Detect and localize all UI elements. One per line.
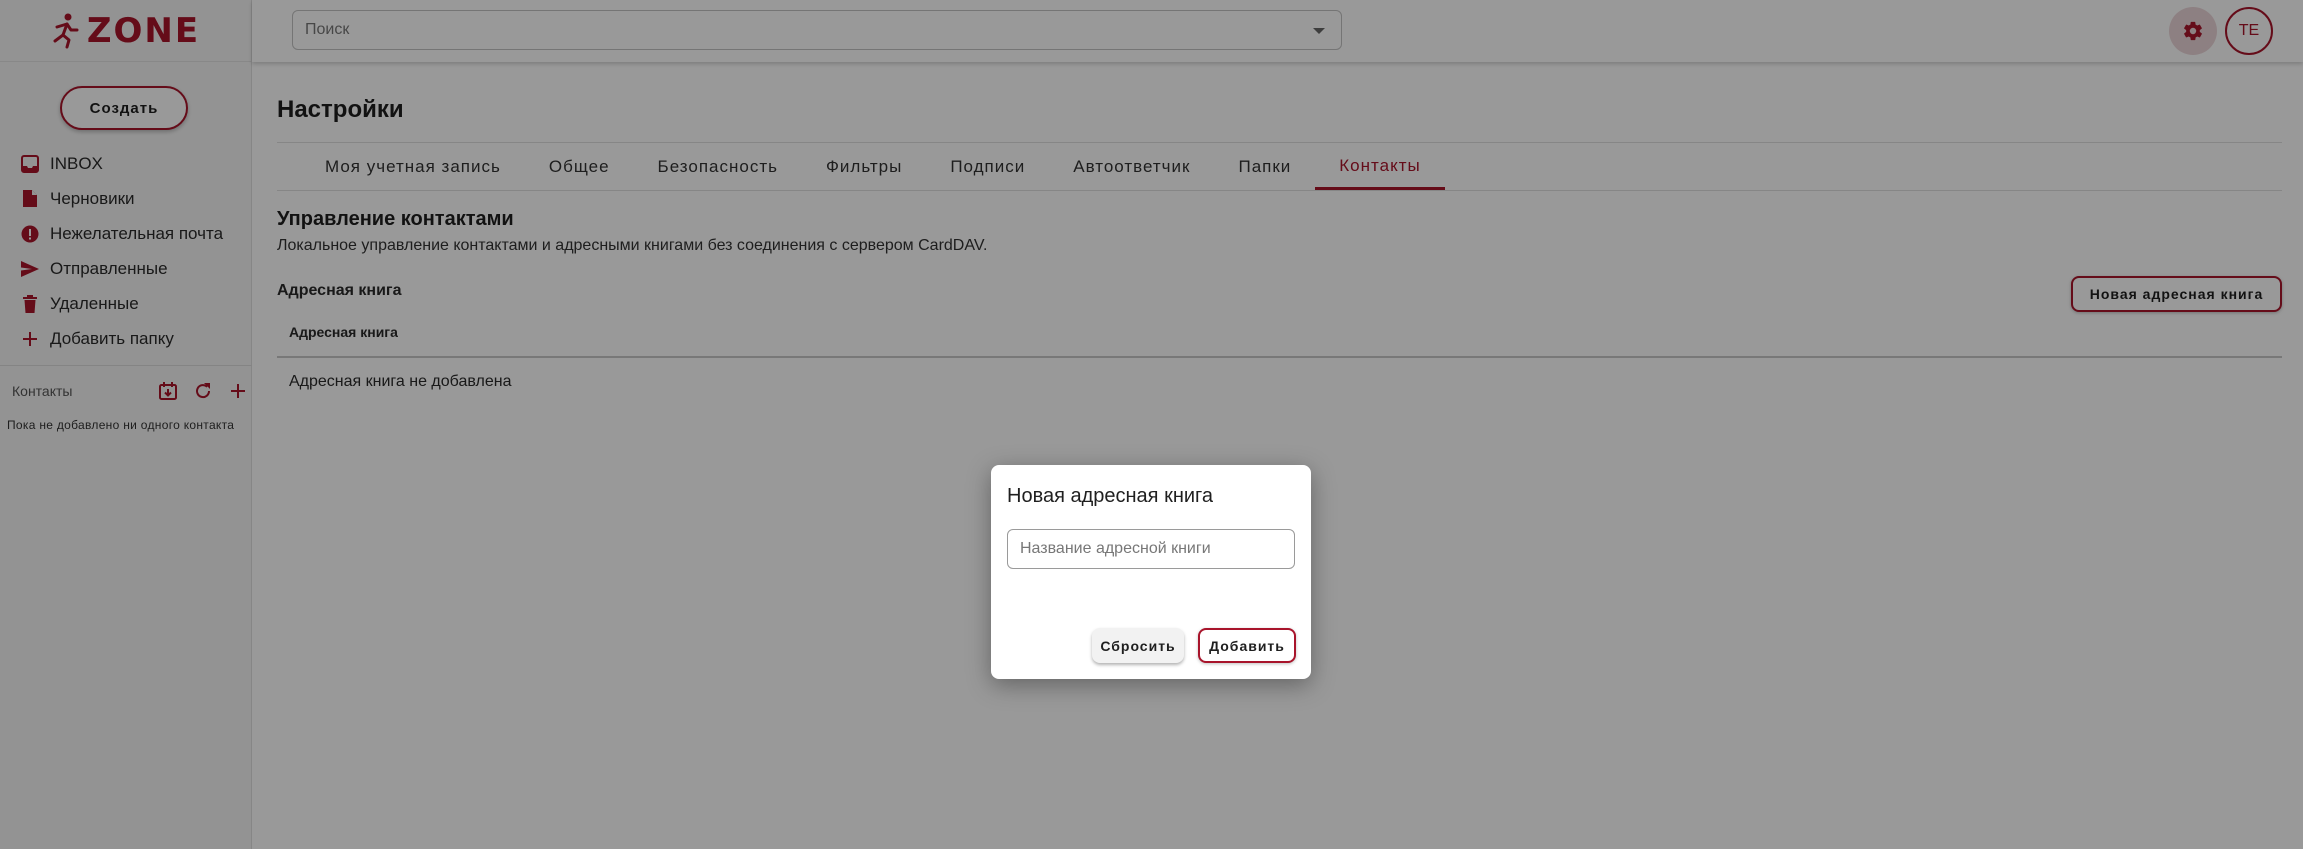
modal-backdrop[interactable]: [0, 0, 2303, 849]
reset-button[interactable]: Сбросить: [1092, 628, 1184, 663]
address-book-name-field[interactable]: [1007, 529, 1295, 569]
add-button[interactable]: Добавить: [1198, 628, 1296, 663]
new-address-book-dialog: Новая адресная книга Сбросить Добавить: [991, 465, 1311, 679]
dialog-title: Новая адресная книга: [1007, 485, 1214, 507]
